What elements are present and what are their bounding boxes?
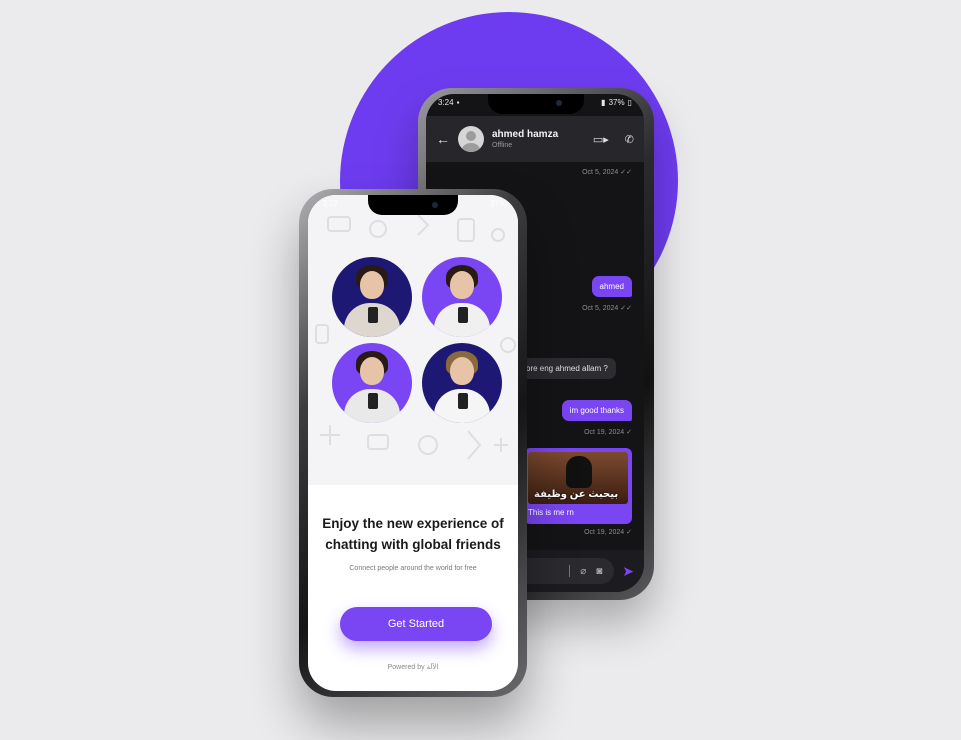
doodle-pattern [315, 214, 516, 460]
message-date: Oct 5, 2024 ✓✓ [582, 305, 632, 312]
cat-figure [566, 456, 592, 488]
contact-info[interactable]: ahmed hamza Offline [492, 129, 577, 149]
double-check-icon: ✓✓ [620, 305, 632, 312]
battery-level: 37% [608, 98, 625, 107]
meme-image: بيحبث عن وظيفة [528, 452, 628, 504]
chat-header: ← ahmed hamza Offline ▭▸ ✆ [426, 116, 644, 162]
onboarding-phone-mockup: 3:22 37% Enjoy the new experience of cha… [299, 189, 527, 697]
contact-name: ahmed hamza [492, 129, 559, 140]
contact-status: Offline [492, 142, 513, 149]
user-avatar-2 [422, 257, 502, 337]
user-avatar-3 [332, 343, 412, 423]
notification-icon: ▪ [456, 98, 460, 107]
onboarding-headline: Enjoy the new experience of chatting wit… [322, 516, 504, 552]
status-time: 3:22 [322, 199, 338, 208]
divider [569, 565, 571, 577]
media-caption: This is me rn [528, 508, 574, 517]
phone-icon [368, 307, 378, 323]
meme-overlay-text: بيحبث عن وظيفة [534, 489, 619, 500]
phone-call-icon[interactable]: ✆ [625, 133, 634, 146]
status-bar: 3:22 37% [322, 199, 506, 208]
get-started-button[interactable]: Get Started [340, 607, 492, 641]
onboarding-subline: Connect people around the world for free [349, 565, 477, 572]
media-message[interactable]: بيحبث عن وظيفة This is me rn [524, 448, 632, 524]
send-icon[interactable]: ➤ [622, 563, 634, 580]
contact-avatar[interactable] [458, 126, 484, 152]
phone-icon [368, 393, 378, 409]
back-arrow-icon[interactable]: ← [436, 131, 450, 147]
double-check-icon: ✓✓ [620, 169, 632, 176]
message-date: Oct 19, 2024 ✓ [584, 429, 632, 436]
user-avatar-1 [332, 257, 412, 337]
video-call-icon[interactable]: ▭▸ [593, 133, 609, 146]
powered-by-label: Powered by الآلة [387, 664, 439, 671]
incoming-message[interactable]: ore eng ahmed allam ? [518, 358, 616, 379]
battery-level: 37% [489, 199, 506, 208]
camera-icon[interactable]: ◙ [596, 566, 602, 577]
onboarding-screen: 3:22 37% Enjoy the new experience of cha… [308, 195, 518, 691]
message-date: Oct 5, 2024 ✓✓ [582, 169, 632, 176]
status-time: 3:24 [438, 98, 454, 107]
signal-icon: ▮ [601, 98, 606, 107]
check-icon: ✓ [626, 529, 632, 536]
message-date: Oct 19, 2024 ✓ [584, 529, 632, 536]
user-avatar-4 [422, 343, 502, 423]
phone-icon [458, 307, 468, 323]
battery-icon: ▯ [627, 98, 632, 107]
phone-icon [458, 393, 468, 409]
outgoing-message[interactable]: im good thanks [561, 400, 632, 421]
camera-icon [556, 100, 562, 106]
attachment-icon[interactable]: ⌀ [580, 566, 586, 577]
doodle-background [308, 195, 518, 485]
outgoing-message[interactable]: ahmed [591, 276, 632, 297]
phone-notch [488, 94, 584, 114]
check-icon: ✓ [626, 429, 632, 436]
